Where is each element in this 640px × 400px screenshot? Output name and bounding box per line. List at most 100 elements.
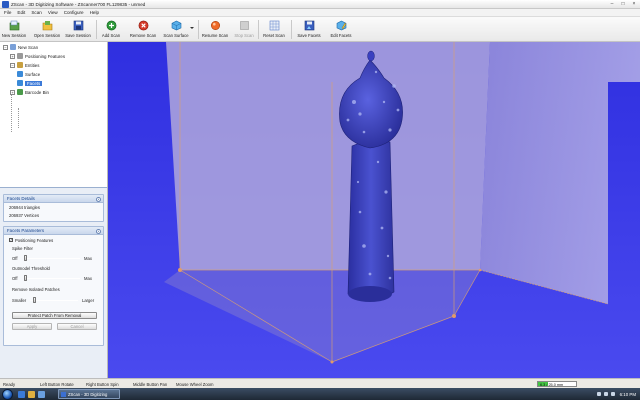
- facets-parameters-group: Facets Parameters ˄ ✓ Positioning Featur…: [3, 226, 104, 346]
- status-bar: Ready Left Button Rotate Right Button Sp…: [0, 378, 640, 388]
- collapse-icon[interactable]: −: [10, 62, 15, 68]
- properties-panel: Facets Details ˄ 206944 triangles 206937…: [0, 187, 108, 378]
- expand-icon[interactable]: +: [10, 53, 15, 59]
- triangle-count: 206944 triangles: [9, 205, 40, 210]
- maximize-button[interactable]: □: [618, 1, 628, 8]
- outmodel-threshold-slider[interactable]: [24, 275, 27, 281]
- tree-item-root[interactable]: − New Scan: [3, 43, 38, 51]
- menu-bar: File Edit Scan View Configure Help: [0, 9, 640, 17]
- add-scan-button[interactable]: Add Scan: [99, 18, 123, 41]
- minimize-button[interactable]: –: [607, 1, 617, 8]
- facets-details-header[interactable]: Facets Details ˄: [4, 195, 103, 203]
- edit-facets-icon: [336, 20, 347, 31]
- new-session-button[interactable]: New Session: [2, 18, 26, 41]
- menu-edit[interactable]: Edit: [17, 10, 25, 15]
- positioning-features-checkbox[interactable]: ✓: [9, 238, 13, 242]
- close-button[interactable]: ×: [629, 1, 639, 8]
- toolbar-separator: [258, 20, 259, 39]
- new-session-icon: [9, 20, 20, 31]
- outmodel-threshold-min: Off: [12, 276, 18, 281]
- ie-icon[interactable]: [18, 390, 25, 398]
- save-facets-button[interactable]: Save Facets: [294, 18, 324, 41]
- 3d-viewport[interactable]: [108, 42, 640, 378]
- isolated-patches-label: Remove Isolated Patches: [12, 287, 60, 292]
- cube-icon: [171, 20, 182, 31]
- tree-item-positioning-features[interactable]: + Positioning Features: [10, 52, 65, 60]
- scan-scene: [108, 42, 640, 378]
- record-icon: [210, 20, 221, 31]
- tree-item-entities[interactable]: − Entities: [10, 61, 39, 69]
- chevron-down-icon: [189, 20, 195, 31]
- explorer-icon[interactable]: [28, 390, 35, 398]
- tree-guide-line: [11, 92, 12, 132]
- protect-patch-button[interactable]: Protect Patch From Removal: [12, 312, 97, 319]
- remove-scan-button[interactable]: Remove Scan: [128, 18, 158, 41]
- clock[interactable]: 6:10 PM: [620, 392, 636, 397]
- open-session-button[interactable]: Open Session: [32, 18, 62, 41]
- system-tray: 6:10 PM: [570, 388, 640, 400]
- reset-scan-button[interactable]: Reset Scan: [261, 18, 287, 41]
- menu-configure[interactable]: Configure: [64, 10, 84, 15]
- isolated-patches-slider[interactable]: [33, 297, 36, 303]
- positioning-features-label: Positioning Features: [15, 237, 54, 243]
- save-facets-icon: [304, 20, 315, 31]
- facets-icon: [17, 80, 23, 86]
- resume-scan-button[interactable]: Resume Scan: [201, 18, 229, 41]
- middle-button-hint: Middle Button Pan: [133, 381, 168, 387]
- toolbar: New Session Open Session Save Session Ad…: [0, 17, 640, 42]
- spike-filter-slider[interactable]: [24, 255, 27, 261]
- save-session-button[interactable]: Save Session: [64, 18, 92, 41]
- toolbar-separator: [198, 20, 199, 39]
- taskbar: ZScan - 3D Digitizing 6:10 PM: [0, 388, 640, 400]
- scan-surface-button[interactable]: Scan Surface: [162, 18, 190, 41]
- tree-item-barcode-bin[interactable]: + Barcode Bin: [10, 88, 49, 96]
- collapse-up-icon[interactable]: ˄: [96, 228, 101, 234]
- spike-filter-track[interactable]: [24, 258, 80, 259]
- facets-parameters-header[interactable]: Facets Parameters ˄: [4, 227, 103, 235]
- isolated-patches-min: Smaller: [12, 298, 27, 303]
- surface-icon: [17, 71, 23, 77]
- outmodel-threshold-track[interactable]: [24, 278, 80, 279]
- show-desktop-icon[interactable]: [38, 390, 45, 398]
- save-disk-icon: [73, 20, 84, 31]
- zscan-app-icon: [61, 391, 66, 397]
- start-button[interactable]: [2, 388, 13, 400]
- menu-file[interactable]: File: [4, 10, 11, 15]
- expand-icon[interactable]: +: [10, 89, 15, 95]
- menu-scan[interactable]: Scan: [31, 10, 41, 15]
- collapse-icon[interactable]: −: [3, 44, 8, 50]
- title-bar: ZScan - 3D Digitizing Software - ZScanne…: [0, 0, 640, 9]
- isolated-patches-max: Larger: [82, 298, 95, 303]
- taskbar-zscan-button[interactable]: ZScan - 3D Digitizing: [58, 389, 120, 399]
- menu-view[interactable]: View: [48, 10, 58, 15]
- flag-icon[interactable]: [610, 392, 615, 396]
- edit-facets-button[interactable]: Edit Facets: [327, 18, 355, 41]
- left-button-hint: Left Button Rotate: [40, 381, 74, 387]
- features-icon: [17, 53, 23, 59]
- status-ready: Ready: [3, 381, 16, 387]
- outmodel-threshold-max: Max: [84, 276, 92, 281]
- vertex-count: 206937 Vertices: [9, 213, 40, 218]
- network-icon[interactable]: [596, 392, 601, 396]
- spike-filter-max: Max: [84, 256, 92, 261]
- apply-button[interactable]: Apply: [12, 323, 52, 330]
- scan-surface-dropdown[interactable]: [189, 18, 195, 41]
- barcode-icon: [17, 89, 23, 95]
- window-controls: – □ ×: [607, 1, 639, 8]
- tree-item-facets[interactable]: Facets: [17, 79, 43, 87]
- tree-item-surface[interactable]: Surface: [17, 70, 40, 78]
- app-icon: [2, 0, 9, 8]
- collapse-up-icon[interactable]: ˄: [96, 196, 101, 202]
- scan-folder-icon: [10, 44, 16, 50]
- entities-folder-icon: [17, 62, 23, 68]
- stop-scan-button[interactable]: Stop Scan: [231, 18, 257, 41]
- right-button-hint: Right Button Spin: [86, 381, 119, 387]
- toolbar-separator: [291, 20, 292, 39]
- outmodel-threshold-label: Outmodel Threshold: [12, 266, 50, 271]
- volume-icon[interactable]: [603, 392, 608, 396]
- bounding-box-back-wall: [166, 42, 490, 270]
- isolated-patches-track[interactable]: [30, 300, 78, 301]
- add-icon: [106, 20, 117, 31]
- menu-help[interactable]: Help: [90, 10, 99, 15]
- cancel-button[interactable]: Cancel: [57, 323, 97, 330]
